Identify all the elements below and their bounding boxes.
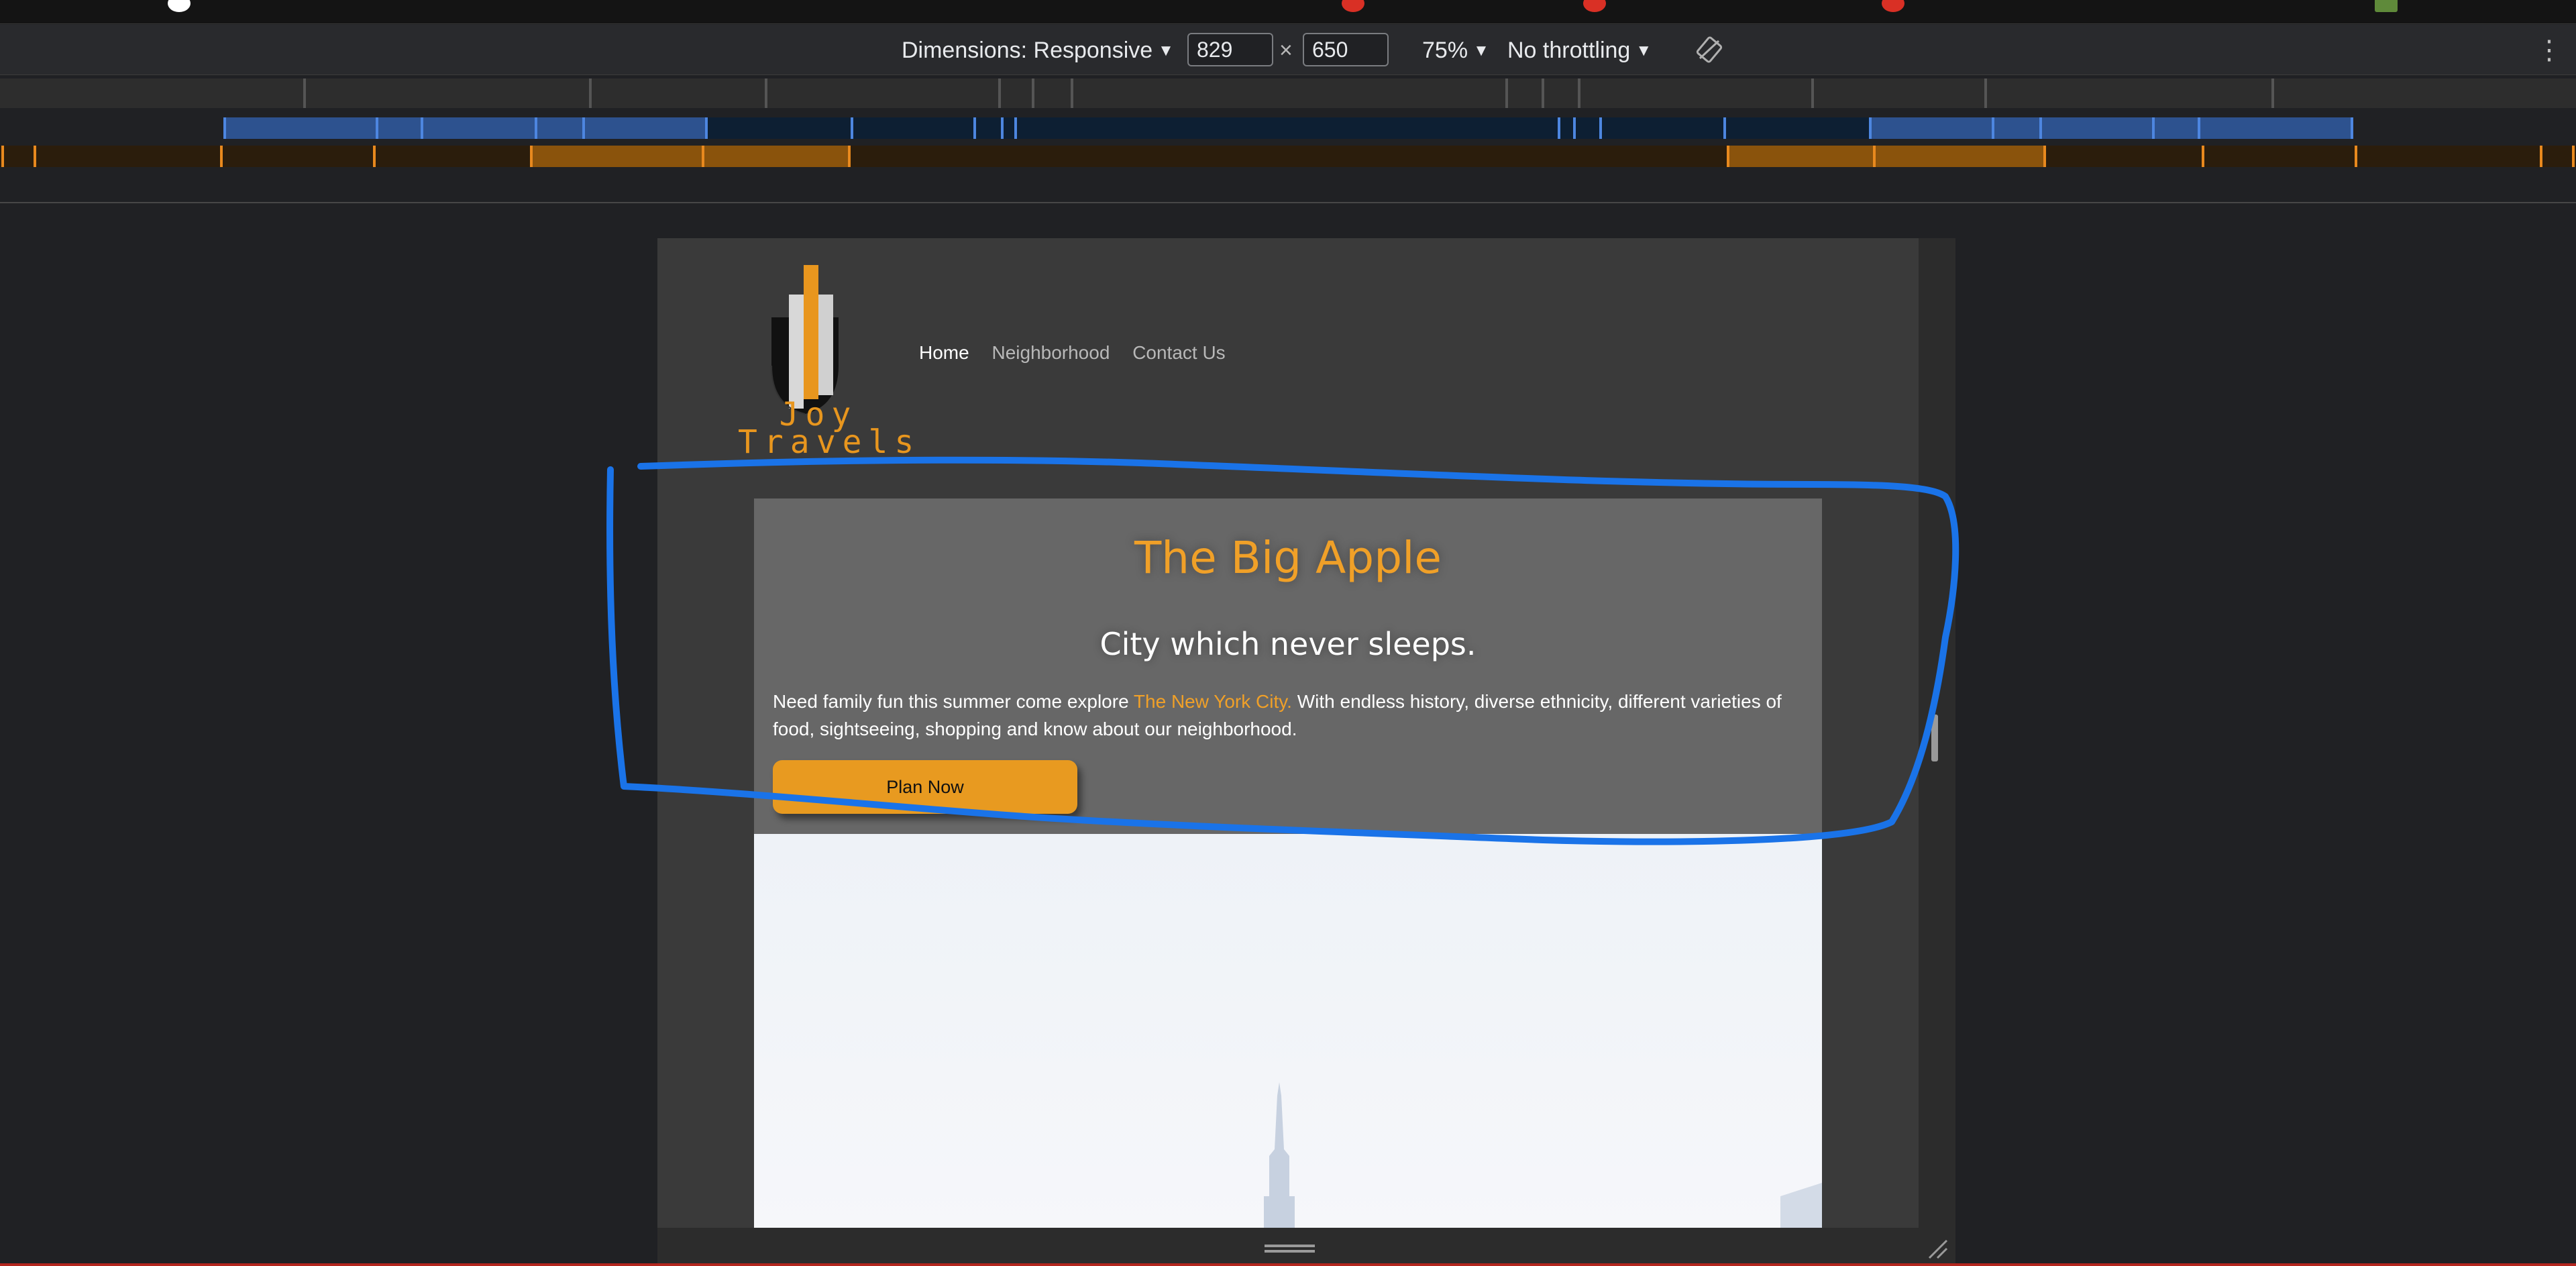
hero-paragraph: Need family fun this summer come explore… bbox=[773, 688, 1806, 743]
main-nav: Home Neighborhood Contact Us bbox=[919, 342, 1243, 364]
rotate-icon[interactable] bbox=[1696, 36, 1723, 64]
nav-home[interactable]: Home bbox=[919, 342, 969, 363]
nav-neighborhood[interactable]: Neighborhood bbox=[991, 342, 1110, 363]
media-query-row-gray bbox=[0, 78, 2576, 108]
media-query-row-blue bbox=[0, 117, 2576, 139]
height-input[interactable]: 650 bbox=[1303, 33, 1389, 66]
city-skyline-image bbox=[754, 834, 1822, 1228]
resize-corner-icon[interactable] bbox=[1925, 1236, 1949, 1261]
throttling-label: No throttling bbox=[1507, 38, 1631, 63]
browser-top-strip bbox=[0, 0, 2576, 24]
emulated-page: Joy Travels Home Neighborhood Contact Us… bbox=[657, 238, 1919, 1228]
zoom-dropdown[interactable]: 75% ▼ bbox=[1422, 36, 1489, 64]
tab-icon bbox=[168, 0, 191, 12]
hero-section: The Big Apple City which never sleeps. N… bbox=[754, 498, 1822, 834]
skyline-illustration bbox=[1264, 1082, 1822, 1228]
device-toolbar: Dimensions: Responsive ▼ 829 × 650 75% ▼ N… bbox=[0, 25, 2576, 75]
logo-text-line2: Travels bbox=[738, 423, 921, 461]
width-input[interactable]: 829 bbox=[1187, 33, 1273, 66]
hero-text-highlight: The New York City. bbox=[1133, 691, 1292, 712]
chevron-down-icon: ▼ bbox=[1473, 42, 1489, 60]
hero-text-start: Need family fun this summer come explore bbox=[773, 691, 1134, 712]
status-indicator-icon bbox=[2375, 0, 2398, 12]
media-query-row-orange bbox=[0, 146, 2576, 167]
chevron-down-icon: ▼ bbox=[1158, 42, 1174, 60]
dimensions-dropdown[interactable]: Dimensions: Responsive ▼ bbox=[902, 36, 1174, 64]
resize-bottom-icon[interactable] bbox=[1265, 1243, 1315, 1254]
throttling-dropdown[interactable]: No throttling ▼ bbox=[1507, 36, 1652, 64]
more-vert-icon[interactable]: ⋮ bbox=[2536, 36, 2563, 64]
resize-handle-right[interactable] bbox=[1931, 715, 1938, 761]
plan-now-button[interactable]: Plan Now bbox=[773, 760, 1077, 814]
times-sign: × bbox=[1279, 38, 1293, 63]
record-indicator-icon bbox=[1882, 0, 1904, 12]
record-indicator-icon bbox=[1583, 0, 1606, 12]
hero-subtitle: City which never sleeps. bbox=[1099, 626, 1477, 662]
record-indicator-icon bbox=[1342, 0, 1364, 12]
window-bottom-border bbox=[0, 1263, 2576, 1266]
nav-contact-us[interactable]: Contact Us bbox=[1132, 342, 1226, 363]
chevron-down-icon: ▼ bbox=[1635, 42, 1652, 60]
media-query-bars bbox=[0, 76, 2576, 203]
zoom-label: 75% bbox=[1422, 38, 1468, 63]
hero-title: The Big Apple bbox=[1134, 532, 1442, 584]
dimensions-label: Dimensions: Responsive bbox=[902, 38, 1153, 63]
